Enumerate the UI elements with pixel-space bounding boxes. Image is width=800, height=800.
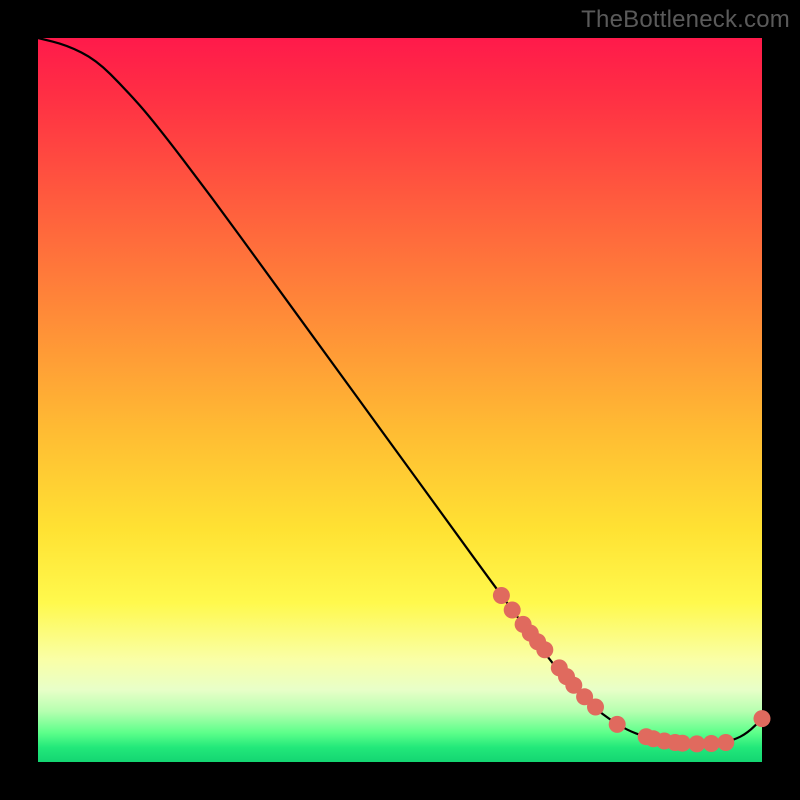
- highlight-dot: [504, 602, 521, 619]
- highlight-dot: [609, 716, 626, 733]
- plot-area: [38, 38, 762, 762]
- bottleneck-curve: [38, 38, 762, 744]
- highlight-dot: [717, 734, 734, 751]
- highlight-dot: [493, 587, 510, 604]
- highlight-dot: [754, 710, 771, 727]
- watermark-text: TheBottleneck.com: [581, 6, 790, 34]
- highlight-dot: [536, 641, 553, 658]
- chart-frame: TheBottleneck.com: [0, 0, 800, 800]
- highlight-dot: [703, 735, 720, 752]
- highlight-dots-group: [493, 587, 771, 752]
- curve-svg: [38, 38, 762, 762]
- highlight-dot: [688, 735, 705, 752]
- highlight-dot: [587, 699, 604, 716]
